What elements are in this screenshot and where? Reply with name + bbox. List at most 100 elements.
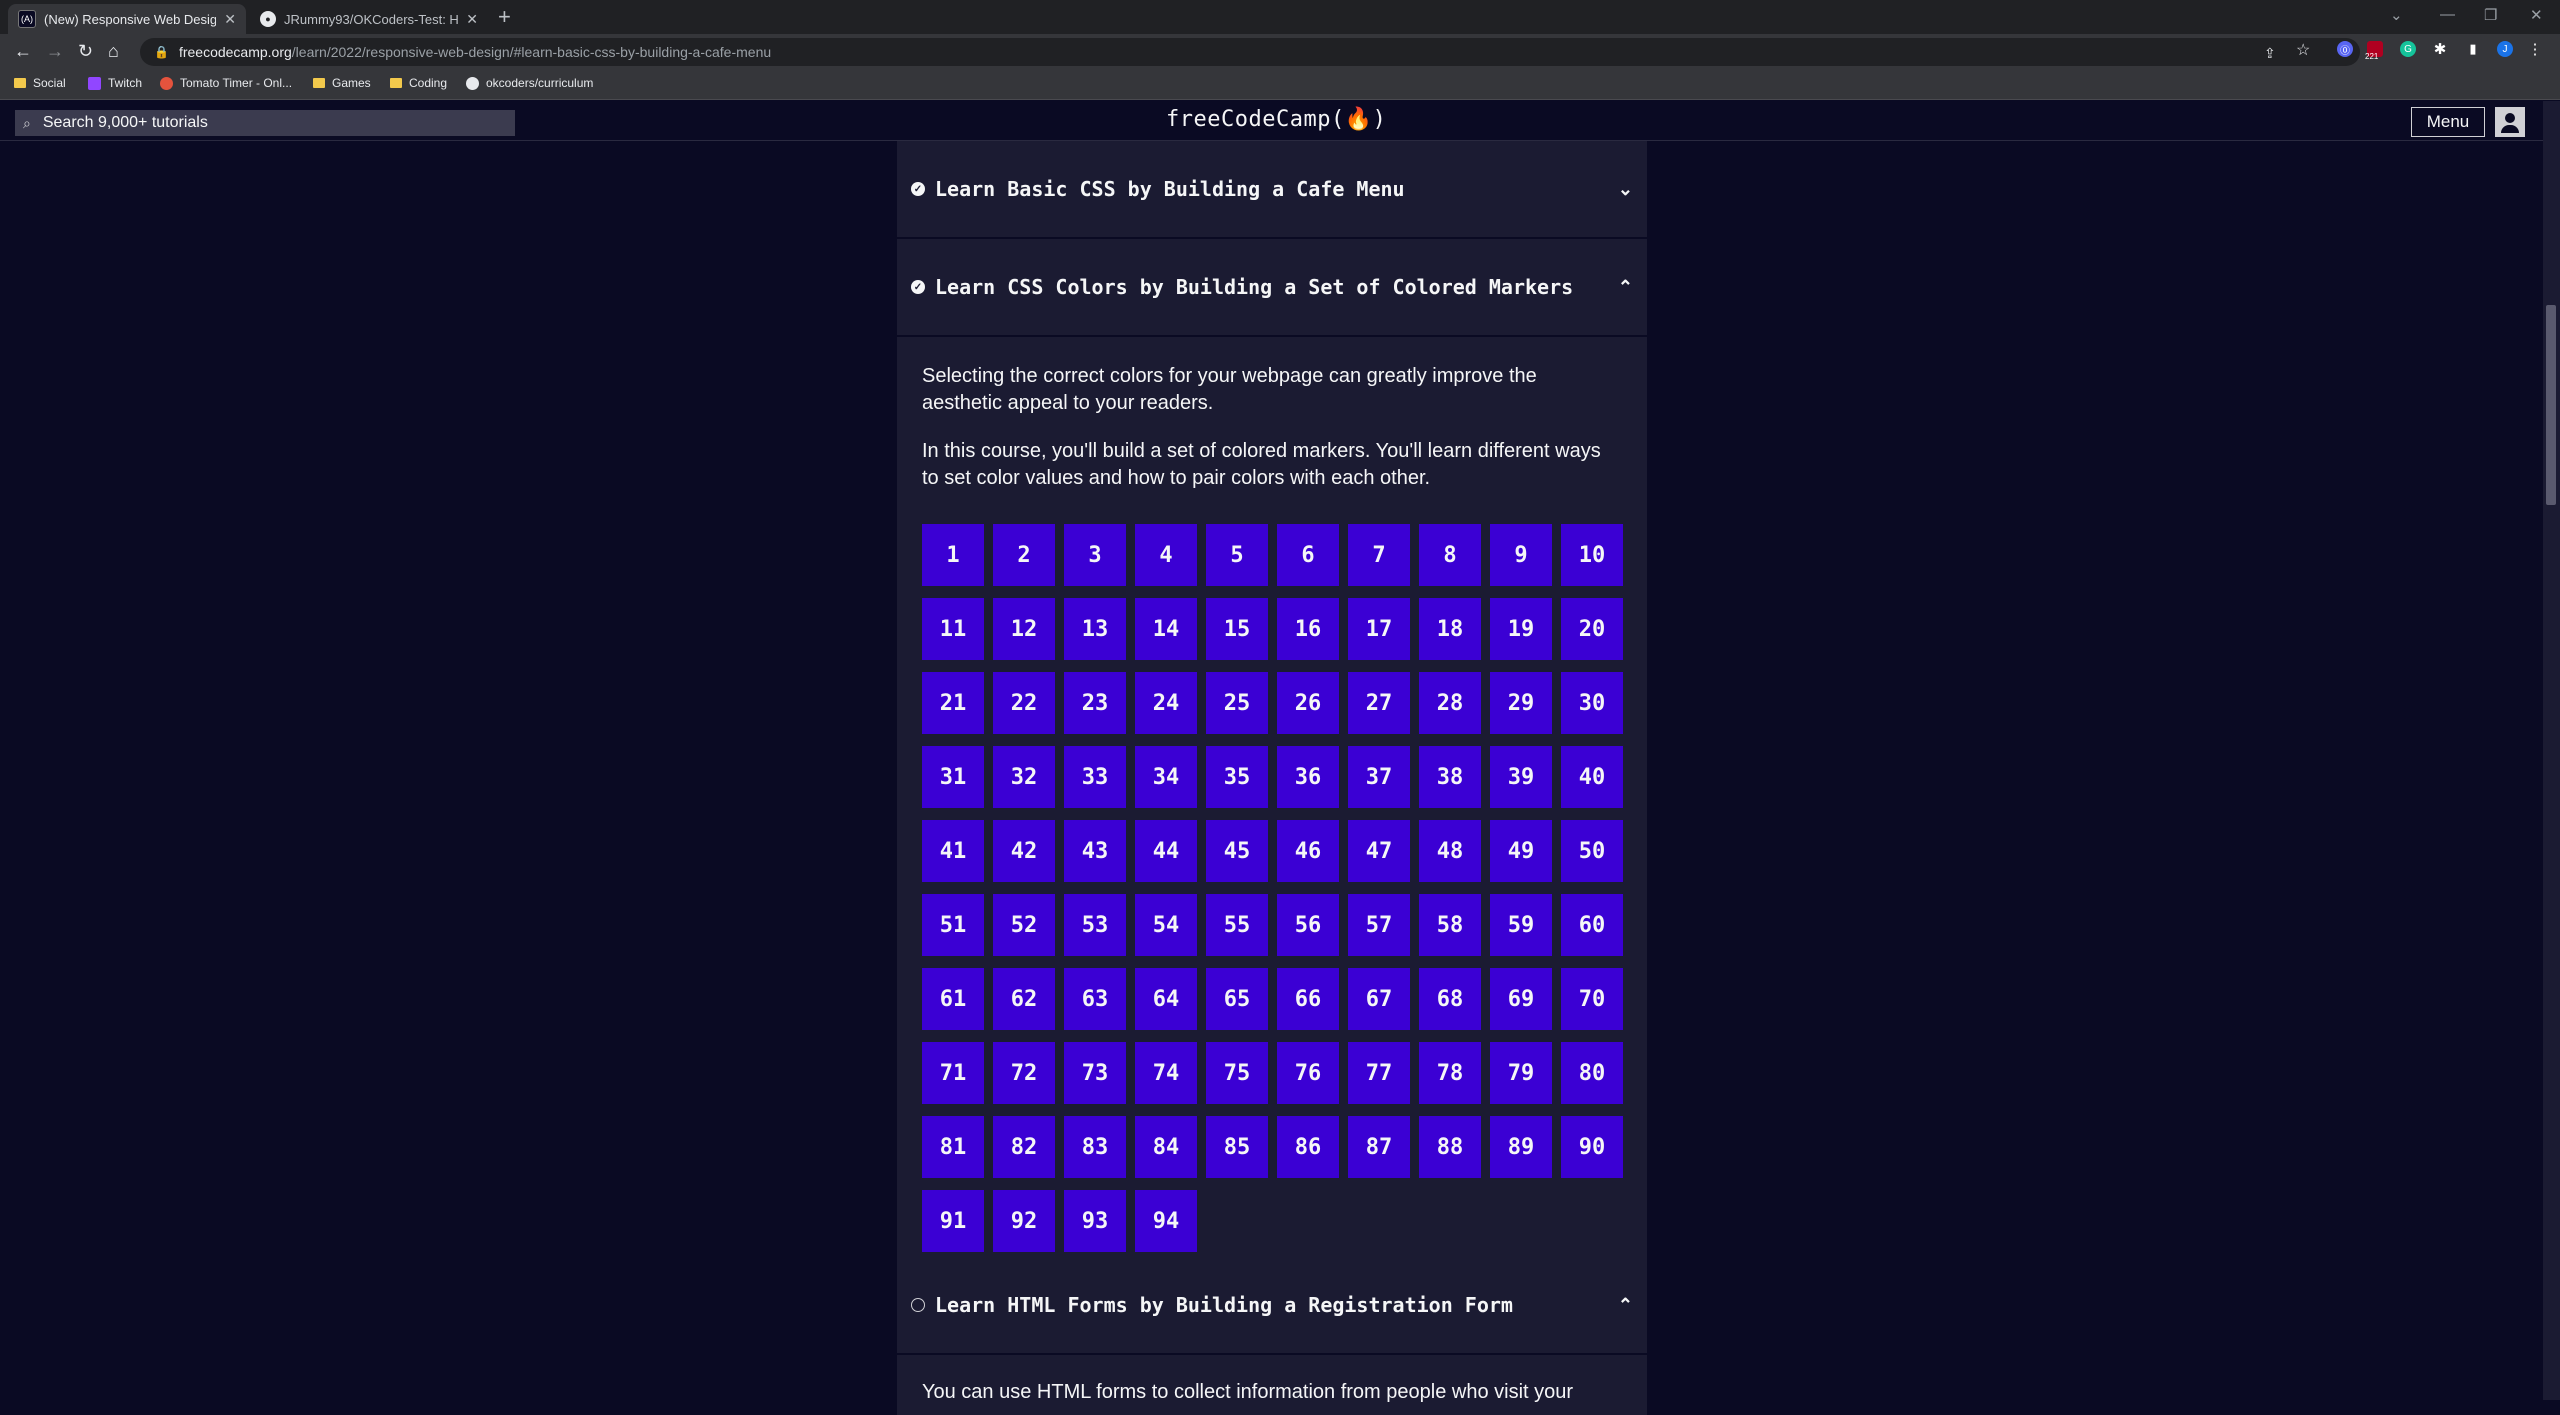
site-logo[interactable]: freeCodeCamp(🔥) xyxy=(1166,107,1386,132)
step-button[interactable]: 21 xyxy=(922,672,984,734)
step-button[interactable]: 8 xyxy=(1419,524,1481,586)
step-button[interactable]: 32 xyxy=(993,746,1055,808)
step-button[interactable]: 49 xyxy=(1490,820,1552,882)
step-button[interactable]: 48 xyxy=(1419,820,1481,882)
menu-button[interactable]: Menu xyxy=(2411,107,2485,137)
step-button[interactable]: 86 xyxy=(1277,1116,1339,1178)
step-button[interactable]: 44 xyxy=(1135,820,1197,882)
step-button[interactable]: 33 xyxy=(1064,746,1126,808)
step-button[interactable]: 56 xyxy=(1277,894,1339,956)
scrollbar-thumb[interactable] xyxy=(2546,305,2556,505)
step-button[interactable]: 37 xyxy=(1348,746,1410,808)
step-button[interactable]: 3 xyxy=(1064,524,1126,586)
step-button[interactable]: 57 xyxy=(1348,894,1410,956)
step-button[interactable]: 77 xyxy=(1348,1042,1410,1104)
step-button[interactable]: 25 xyxy=(1206,672,1268,734)
step-button[interactable]: 75 xyxy=(1206,1042,1268,1104)
step-button[interactable]: 59 xyxy=(1490,894,1552,956)
step-button[interactable]: 85 xyxy=(1206,1116,1268,1178)
step-button[interactable]: 13 xyxy=(1064,598,1126,660)
step-button[interactable]: 23 xyxy=(1064,672,1126,734)
step-button[interactable]: 6 xyxy=(1277,524,1339,586)
close-window-button[interactable]: ✕ xyxy=(2530,6,2543,24)
page-scrollbar[interactable] xyxy=(2543,101,2560,1400)
step-button[interactable]: 84 xyxy=(1135,1116,1197,1178)
step-button[interactable]: 51 xyxy=(922,894,984,956)
step-button[interactable]: 35 xyxy=(1206,746,1268,808)
user-avatar[interactable] xyxy=(2495,107,2525,137)
step-button[interactable]: 9 xyxy=(1490,524,1552,586)
step-button[interactable]: 27 xyxy=(1348,672,1410,734)
new-tab-button[interactable]: + xyxy=(498,6,511,28)
step-button[interactable]: 17 xyxy=(1348,598,1410,660)
step-button[interactable]: 28 xyxy=(1419,672,1481,734)
step-button[interactable]: 58 xyxy=(1419,894,1481,956)
step-button[interactable]: 30 xyxy=(1561,672,1623,734)
step-button[interactable]: 67 xyxy=(1348,968,1410,1030)
back-arrow-icon[interactable]: ← xyxy=(14,41,32,61)
bookmark-tomato-timer[interactable]: Tomato Timer - Onl... xyxy=(160,76,292,90)
step-button[interactable]: 43 xyxy=(1064,820,1126,882)
step-button[interactable]: 47 xyxy=(1348,820,1410,882)
address-bar[interactable]: 🔒 freecodecamp.org/learn/2022/responsive… xyxy=(140,38,2360,66)
step-button[interactable]: 11 xyxy=(922,598,984,660)
profile-avatar[interactable]: J xyxy=(2497,41,2513,57)
step-button[interactable]: 53 xyxy=(1064,894,1126,956)
step-button[interactable]: 4 xyxy=(1135,524,1197,586)
step-button[interactable]: 87 xyxy=(1348,1116,1410,1178)
step-button[interactable]: 39 xyxy=(1490,746,1552,808)
step-button[interactable]: 76 xyxy=(1277,1042,1339,1104)
tab-freecodecamp[interactable]: (A) (New) Responsive Web Design C ✕ xyxy=(8,4,246,34)
bookmark-games[interactable]: Games xyxy=(313,76,371,90)
search-box[interactable]: ⌕ xyxy=(15,110,515,136)
step-button[interactable]: 2 xyxy=(993,524,1055,586)
step-button[interactable]: 18 xyxy=(1419,598,1481,660)
step-button[interactable]: 15 xyxy=(1206,598,1268,660)
step-button[interactable]: 36 xyxy=(1277,746,1339,808)
step-button[interactable]: 72 xyxy=(993,1042,1055,1104)
extension-grammarly-icon[interactable]: G xyxy=(2400,41,2416,57)
step-button[interactable]: 24 xyxy=(1135,672,1197,734)
step-button[interactable]: 19 xyxy=(1490,598,1552,660)
step-button[interactable]: 40 xyxy=(1561,746,1623,808)
step-button[interactable]: 12 xyxy=(993,598,1055,660)
share-icon[interactable]: ⇪ xyxy=(2264,43,2276,63)
step-button[interactable]: 54 xyxy=(1135,894,1197,956)
step-button[interactable]: 20 xyxy=(1561,598,1623,660)
step-button[interactable]: 81 xyxy=(922,1116,984,1178)
step-button[interactable]: 1 xyxy=(922,524,984,586)
step-button[interactable]: 74 xyxy=(1135,1042,1197,1104)
close-tab-icon[interactable]: ✕ xyxy=(466,11,478,28)
step-button[interactable]: 5 xyxy=(1206,524,1268,586)
step-button[interactable]: 91 xyxy=(922,1190,984,1252)
step-button[interactable]: 26 xyxy=(1277,672,1339,734)
block-header-colored-markers[interactable]: ✓ Learn CSS Colors by Building a Set of … xyxy=(897,239,1647,337)
step-button[interactable]: 55 xyxy=(1206,894,1268,956)
tab-search-chevron-icon[interactable]: ⌄ xyxy=(2390,6,2403,24)
step-button[interactable]: 65 xyxy=(1206,968,1268,1030)
restore-button[interactable]: ❐ xyxy=(2484,6,2497,24)
step-button[interactable]: 83 xyxy=(1064,1116,1126,1178)
step-button[interactable]: 22 xyxy=(993,672,1055,734)
home-icon[interactable]: ⌂ xyxy=(108,41,119,61)
bookmark-coding[interactable]: Coding xyxy=(390,76,447,90)
bookmark-star-icon[interactable]: ☆ xyxy=(2296,41,2310,61)
forward-arrow-icon[interactable]: → xyxy=(46,41,64,61)
reload-icon[interactable]: ↻ xyxy=(78,41,93,61)
step-button[interactable]: 63 xyxy=(1064,968,1126,1030)
step-button[interactable]: 14 xyxy=(1135,598,1197,660)
extensions-puzzle-icon[interactable]: ✱ xyxy=(2432,41,2448,58)
search-input[interactable] xyxy=(40,113,485,133)
bookmark-twitch[interactable]: Twitch xyxy=(88,76,142,90)
step-button[interactable]: 16 xyxy=(1277,598,1339,660)
step-button[interactable]: 79 xyxy=(1490,1042,1552,1104)
step-button[interactable]: 41 xyxy=(922,820,984,882)
step-button[interactable]: 94 xyxy=(1135,1190,1197,1252)
more-options-icon[interactable]: ⋮ xyxy=(2527,41,2543,58)
step-button[interactable]: 61 xyxy=(922,968,984,1030)
minimize-button[interactable]: — xyxy=(2440,6,2455,23)
block-header-registration-form[interactable]: Learn HTML Forms by Building a Registrat… xyxy=(897,1257,1647,1355)
step-button[interactable]: 92 xyxy=(993,1190,1055,1252)
step-button[interactable]: 46 xyxy=(1277,820,1339,882)
step-button[interactable]: 90 xyxy=(1561,1116,1623,1178)
